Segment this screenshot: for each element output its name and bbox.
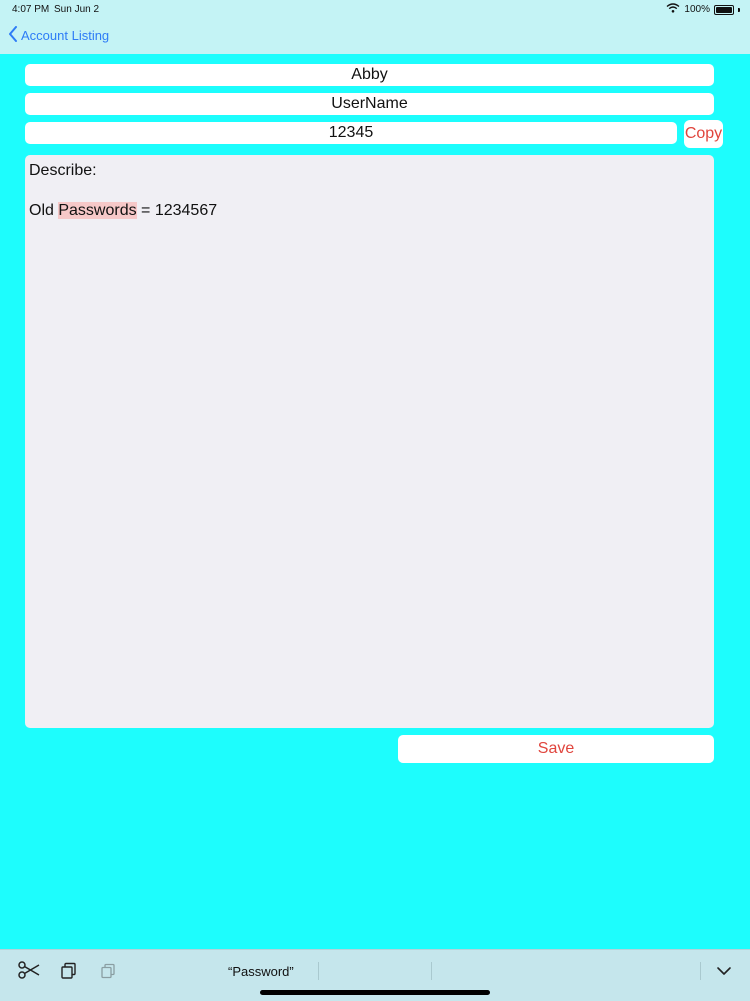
status-time: 4:07 PM [12, 4, 50, 15]
suggestion-divider [431, 962, 432, 980]
battery-tip [738, 7, 740, 12]
status-date: Sun Jun 2 [54, 4, 100, 15]
notes-line-old-passwords: Old Passwords = 1234567 [29, 202, 217, 220]
back-label: Account Listing [21, 28, 110, 43]
username-field[interactable]: UserName [25, 93, 714, 115]
wifi-icon [666, 3, 680, 16]
suggestion-divider [318, 962, 319, 980]
battery-icon [714, 4, 734, 15]
chevron-down-icon[interactable] [712, 960, 736, 982]
predictive-suggestion[interactable]: “Password” [228, 964, 294, 979]
status-right: 100% [666, 3, 740, 16]
paste-icon[interactable] [98, 961, 118, 981]
copy-icon[interactable] [58, 960, 80, 982]
chevron-left-icon [8, 26, 18, 45]
copy-button[interactable]: Copy [684, 120, 723, 148]
notes-text-after: = 1234567 [136, 202, 218, 219]
home-indicator [260, 990, 490, 995]
notes-highlighted-word: Passwords [58, 202, 137, 219]
notes-textview[interactable]: Describe: Old Passwords = 1234567 [25, 155, 714, 728]
password-field[interactable]: 12345 [25, 122, 677, 144]
notes-line-describe: Describe: [29, 162, 97, 179]
battery-percent: 100% [684, 4, 710, 15]
suggestion-divider [700, 962, 701, 980]
back-button[interactable]: Account Listing [8, 26, 109, 45]
account-name-field[interactable]: Abby [25, 64, 714, 86]
nav-bar: Account Listing [0, 18, 750, 54]
notes-text-before: Old [29, 202, 59, 219]
save-button[interactable]: Save [398, 735, 714, 763]
scissors-icon[interactable] [16, 959, 42, 981]
status-bar: 4:07 PM Sun Jun 2 100% [0, 0, 750, 18]
